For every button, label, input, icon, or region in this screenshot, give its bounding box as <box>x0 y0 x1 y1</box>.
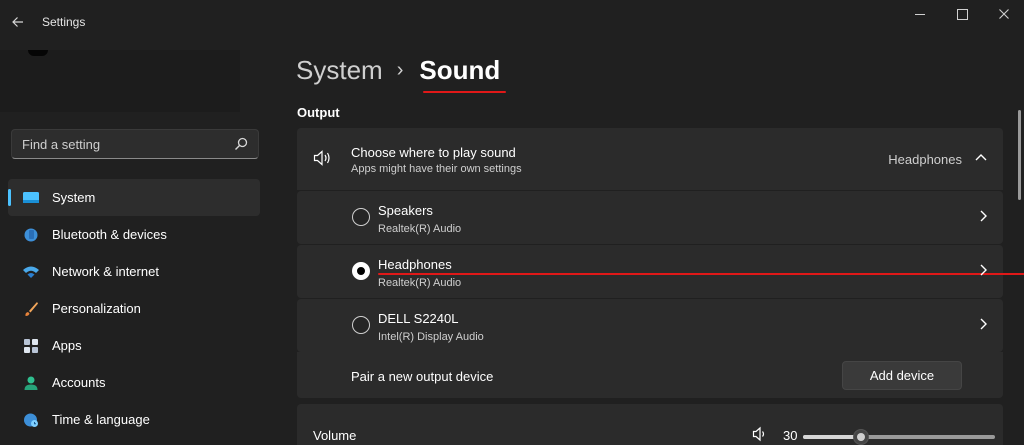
apps-icon <box>22 337 40 355</box>
search-box[interactable] <box>11 129 259 159</box>
close-icon <box>999 9 1009 19</box>
sidebar-item-bluetooth-devices[interactable]: Bluetooth & devices <box>8 216 260 253</box>
selected-output-value: Headphones <box>888 152 962 167</box>
choose-output-title: Choose where to play sound <box>351 145 516 160</box>
device-driver: Intel(R) Display Audio <box>378 331 484 343</box>
monitor-icon <box>22 189 40 207</box>
sidebar-item-label: Bluetooth & devices <box>52 227 167 242</box>
volume-label: Volume <box>313 428 357 443</box>
sidebar-item-label: Personalization <box>52 301 141 316</box>
sidebar-item-personalization[interactable]: Personalization <box>8 290 260 327</box>
page-title: Sound <box>419 54 507 93</box>
minimize-button[interactable] <box>900 2 940 26</box>
output-device-headphones[interactable]: Headphones Realtek(R) Audio <box>297 245 1024 298</box>
chevron-right-icon[interactable] <box>979 264 987 276</box>
pair-output-device-row: Pair a new output device Add device <box>297 352 1003 398</box>
app-title: Settings <box>42 15 86 29</box>
globe-clock-icon <box>22 411 40 429</box>
device-driver: Realtek(R) Audio <box>378 277 462 289</box>
slider-thumb[interactable] <box>852 429 869 445</box>
section-title-output: Output <box>297 105 340 120</box>
speaker-icon <box>313 150 330 166</box>
sidebar-item-label: System <box>52 190 96 205</box>
sidebar-item-network-internet[interactable]: Network & internet <box>8 253 260 290</box>
choose-output-expander[interactable]: Choose where to play sound Apps might ha… <box>297 128 1003 190</box>
person-icon <box>22 374 40 392</box>
back-button[interactable] <box>8 8 28 36</box>
account-profile[interactable] <box>0 50 240 112</box>
sidebar-item-time-language[interactable]: Time & language <box>8 401 260 438</box>
volume-value: 30 <box>783 428 798 443</box>
sidebar-item-label: Apps <box>52 338 82 353</box>
volume-icon[interactable] <box>752 426 768 442</box>
brush-icon <box>22 300 40 318</box>
maximize-button[interactable] <box>942 2 982 26</box>
sidebar-item-apps[interactable]: Apps <box>8 327 260 364</box>
device-name: Headphones <box>378 257 1024 275</box>
sidebar-item-accounts[interactable]: Accounts <box>8 364 260 401</box>
output-device-dell-s2240l[interactable]: DELL S2240L Intel(R) Display Audio <box>297 299 1003 352</box>
search-input[interactable] <box>12 130 232 158</box>
device-driver: Realtek(R) Audio <box>378 223 462 235</box>
sidebar-item-label: Accounts <box>52 375 106 390</box>
choose-output-subtitle: Apps might have their own settings <box>351 163 522 175</box>
add-device-button[interactable]: Add device <box>842 361 962 390</box>
vertical-scrollbar[interactable] <box>1018 110 1021 200</box>
chevron-up-icon[interactable] <box>975 153 987 161</box>
volume-row: Volume 30 <box>297 404 1003 445</box>
sidebar-item-label: Time & language <box>52 412 150 427</box>
bluetooth-icon <box>22 226 40 244</box>
device-name: Speakers <box>378 203 433 218</box>
radio-button-selected[interactable] <box>352 262 370 280</box>
search-icon[interactable] <box>234 137 248 151</box>
slider-fill <box>803 435 861 439</box>
breadcrumb-parent[interactable]: System <box>296 55 383 86</box>
chevron-right-icon[interactable] <box>979 318 987 330</box>
title-bar: Settings <box>0 0 1024 44</box>
sidebar-item-label: Network & internet <box>52 264 159 279</box>
chevron-right-icon[interactable] <box>979 210 987 222</box>
output-device-speakers[interactable]: Speakers Realtek(R) Audio <box>297 191 1003 244</box>
close-button[interactable] <box>984 2 1024 26</box>
sidebar-nav: System Bluetooth & devices Network & int… <box>8 179 260 438</box>
back-arrow-icon <box>12 17 23 27</box>
wifi-icon <box>22 263 40 281</box>
breadcrumb-separator: › <box>396 58 404 81</box>
sidebar-item-system[interactable]: System <box>8 179 260 216</box>
radio-button[interactable] <box>352 208 370 226</box>
radio-button[interactable] <box>352 316 370 334</box>
breadcrumb: System › Sound <box>296 52 507 93</box>
volume-slider[interactable] <box>803 429 995 445</box>
device-name: DELL S2240L <box>378 311 459 326</box>
pair-output-label: Pair a new output device <box>351 369 494 384</box>
